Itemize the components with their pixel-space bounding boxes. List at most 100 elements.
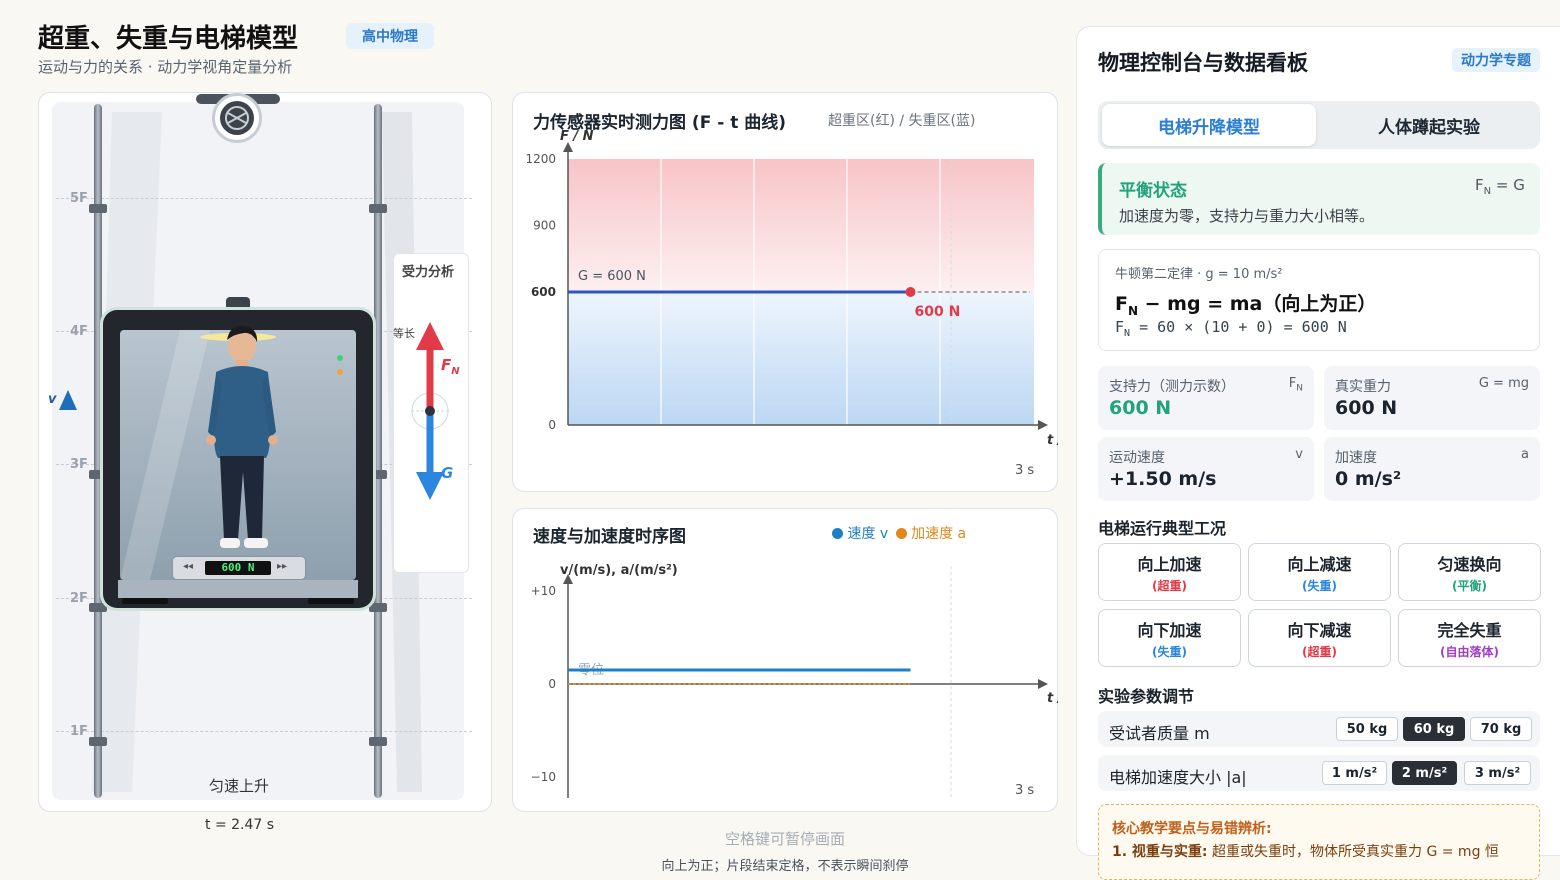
metric-symbol: G = mg xyxy=(1478,376,1529,391)
scale-arrows-right-icon: ▸▸ xyxy=(277,561,288,572)
gravity-label: G xyxy=(441,464,454,482)
params-title: 实验参数调节 xyxy=(1098,687,1195,706)
motion-chart: +100−10v/(m/s), a/(m/s²)t / s3 s零位 xyxy=(531,563,1058,798)
indicator-light-green xyxy=(337,355,343,361)
y-axis-label: F / N xyxy=(560,129,594,144)
case-button[interactable]: 向上减速 (失重) xyxy=(1248,543,1391,601)
accel-option[interactable]: 2 m/s² xyxy=(1392,761,1457,785)
cases-title: 电梯运行典型工况 xyxy=(1098,519,1227,538)
accel-option[interactable]: 3 m/s² xyxy=(1464,761,1531,785)
x-axis-arrow-icon xyxy=(1038,679,1048,689)
case-condition: (平衡) xyxy=(1452,578,1487,593)
case-button[interactable]: 向上加速 (超重) xyxy=(1098,543,1241,601)
status-description: 加速度为零，支持力与重力大小相等。 xyxy=(1119,207,1375,225)
motion-state-label: 匀速上升 xyxy=(209,777,270,795)
time-readout: t = 2.47 s xyxy=(205,817,275,833)
rail-bracket xyxy=(369,603,387,612)
mass-option[interactable]: 60 kg xyxy=(1403,717,1465,741)
case-name: 向上减速 xyxy=(1287,554,1352,574)
mass-label: 受试者质量 m xyxy=(1109,724,1210,743)
car-foot-left xyxy=(122,598,168,604)
floor-label-5f: 5F xyxy=(70,191,88,206)
scale-display: 600 N xyxy=(205,561,271,575)
case-button[interactable]: 完全失重 (自由落体) xyxy=(1398,609,1541,667)
metric-symbol: a xyxy=(1521,447,1529,462)
metric-value: 0 m/s² xyxy=(1335,468,1402,490)
law-caption: 牛顿第二定律 · g = 10 m/s² xyxy=(1115,267,1283,282)
rail-bracket xyxy=(369,737,387,746)
case-button[interactable]: 向下加速 (失重) xyxy=(1098,609,1241,667)
velocity-up-arrow-icon xyxy=(59,390,77,410)
force-diagram xyxy=(411,322,449,500)
rail-bracket xyxy=(89,737,107,746)
rail-bracket xyxy=(89,204,107,213)
case-name: 完全失重 xyxy=(1437,620,1502,640)
car-foot-right xyxy=(308,598,354,604)
x-end-label: 3 s xyxy=(1015,783,1034,798)
metric-symbol: FN xyxy=(1288,376,1303,394)
case-button[interactable]: 匀速换向 (平衡) xyxy=(1398,543,1541,601)
case-condition: (超重) xyxy=(1302,644,1337,659)
passenger-figure xyxy=(206,325,278,548)
dashboard-title: 物理控制台与数据看板 xyxy=(1098,51,1308,75)
current-force-label: 600 N xyxy=(915,304,961,320)
car-floor xyxy=(118,580,358,598)
case-condition: (自由落体) xyxy=(1440,644,1499,659)
case-condition: (失重) xyxy=(1152,644,1187,659)
y-tick-label: 1200 xyxy=(525,152,556,166)
case-name: 向下减速 xyxy=(1287,620,1352,640)
tips-line-1: 1. 视重与实重: 超重或失重时，物体所受真实重力 G = mg 恒 xyxy=(1112,844,1499,860)
metric-symbol: v xyxy=(1295,447,1303,462)
y-tick-label: 0 xyxy=(548,677,556,691)
case-button[interactable]: 向下减速 (超重) xyxy=(1248,609,1391,667)
rail-bracket xyxy=(89,603,107,612)
y-tick-label: −10 xyxy=(531,770,556,784)
floor-label-4f: 4F xyxy=(70,324,88,339)
current-force-point xyxy=(905,287,916,297)
floor-label-1f: 1F xyxy=(70,724,88,739)
car-hoist-mount xyxy=(226,297,250,311)
gravity-arrowhead xyxy=(416,472,444,500)
metric-value: 600 N xyxy=(1109,397,1172,419)
mass-option[interactable]: 50 kg xyxy=(1336,717,1398,741)
x-end-label: 3 s xyxy=(1015,463,1034,478)
y-axis-label: v/(m/s), a/(m/s²) xyxy=(560,563,678,578)
case-name: 匀速换向 xyxy=(1437,554,1502,574)
support-force-arrowhead xyxy=(416,322,444,350)
pulley-wheel-icon xyxy=(212,93,262,143)
x-axis-label: t / s xyxy=(1047,433,1058,448)
x-axis-arrow-icon xyxy=(1038,420,1048,430)
pause-hint: 空格键可暂停画面 xyxy=(724,830,845,848)
weightless-zone xyxy=(568,292,1034,425)
status-title: 平衡状态 xyxy=(1119,181,1187,201)
law-formula: FN − mg = ma（向上为正） xyxy=(1115,293,1377,318)
metric-value: 600 N xyxy=(1335,397,1398,419)
y-tick-label: 900 xyxy=(533,219,556,233)
indicator-light-orange xyxy=(337,369,343,375)
page-subtitle: 运动与力的关系 · 动力学视角定量分析 xyxy=(38,58,293,76)
scale-arrows-left-icon: ◂◂ xyxy=(183,561,194,572)
rail-bracket xyxy=(369,204,387,213)
law-calculation: FN = 60 × (10 + 0) = 600 N xyxy=(1115,318,1347,339)
y-tick-label: 0 xyxy=(548,418,556,432)
case-condition: (失重) xyxy=(1302,578,1337,593)
tips-title: 核心教学要点与易错辨析: xyxy=(1112,821,1272,837)
subject-badge: 高中物理 xyxy=(346,23,434,49)
tab-squat-experiment[interactable]: 人体蹲起实验 xyxy=(1322,104,1536,146)
status-relation: FN = G xyxy=(1475,176,1525,197)
dashboard-badge: 动力学专题 xyxy=(1452,48,1540,72)
accel-option[interactable]: 1 m/s² xyxy=(1322,761,1387,785)
baseline-label: G = 600 N xyxy=(578,269,646,284)
mass-option[interactable]: 70 kg xyxy=(1470,717,1532,741)
force-panel-title: 受力分析 xyxy=(402,265,455,280)
floor-label-3f: 3F xyxy=(70,457,88,472)
force-chart: 0 600 900 1200 F / N t / s 3 s G = 600 N 600 N xyxy=(525,129,1058,478)
y-tick-label: 600 xyxy=(531,285,556,299)
footer-note: 向上为正；片段结束定格，不表示瞬间刹停 xyxy=(661,859,909,874)
accel-label: 电梯加速度大小 |a| xyxy=(1109,768,1247,787)
tab-elevator-model[interactable]: 电梯升降模型 xyxy=(1102,104,1316,146)
floor-line-1f xyxy=(56,731,472,732)
case-name: 向下加速 xyxy=(1137,620,1202,640)
floor-label-2f: 2F xyxy=(70,591,88,606)
support-force-label: FN xyxy=(441,356,460,377)
